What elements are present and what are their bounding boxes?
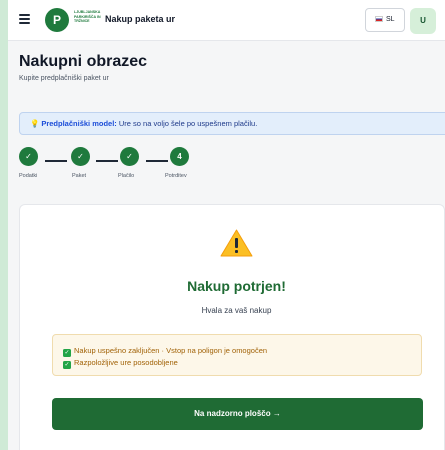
info-label: Predplačniški model: (41, 119, 117, 128)
app-window: P LJUBLJANSKA PARKIRIŠČA IN TRŽNICE Naku… (8, 0, 445, 450)
language-button[interactable]: SL (365, 8, 405, 32)
notice-text: Razpoložljive ure posodobljene (74, 358, 178, 367)
step-connector (96, 160, 118, 162)
step-connector (45, 160, 67, 162)
warning-icon (220, 229, 253, 257)
step-connector (146, 160, 168, 162)
status-notice: ✓ Nakup uspešno zaključen · Vstop na poli… (52, 334, 422, 376)
top-header: P LJUBLJANSKA PARKIRIŠČA IN TRŽNICE Naku… (8, 0, 445, 41)
notice-line: ✓ Razpoložljive ure posodobljene (63, 357, 421, 369)
step-4-circle: 4 (170, 147, 189, 166)
notice-line: ✓ Nakup uspešno zaključen · Vstop na poli… (63, 345, 421, 357)
step-4-label: Potrditev (165, 173, 187, 179)
page-title: Nakupni obrazec (19, 53, 148, 70)
confirmation-card: Nakup potrjen! Hvala za vaš nakup ✓ Nakup… (19, 204, 445, 450)
flag-icon (375, 16, 383, 22)
lightbulb-icon: 💡 (30, 119, 40, 128)
page-subtitle: Kupite predplačniški paket ur (19, 75, 109, 82)
step-1-circle: ✓ (19, 147, 38, 166)
step-2-circle: ✓ (71, 147, 90, 166)
info-text: Ure so na voljo šele po uspešnem plačilu… (116, 119, 258, 128)
check-icon: ✓ (63, 361, 71, 369)
user-avatar[interactable]: U (410, 8, 436, 34)
dashboard-button[interactable]: Na nadzorno ploščo → (52, 398, 423, 430)
logo-text: LJUBLJANSKA PARKIRIŠČA IN TRŽNICE (74, 10, 101, 24)
step-3-label: Plačilo (118, 173, 135, 179)
confirmation-title: Nakup potrjen! (187, 278, 286, 294)
menu-icon[interactable] (19, 14, 30, 24)
confirmation-subtitle: Hvala za vaš nakup (201, 306, 272, 315)
info-banner: 💡 Predplačniški model: Ure so na voljo še… (19, 112, 445, 135)
language-label: SL (386, 16, 395, 23)
step-1-label: Podatki (19, 173, 38, 179)
step-2-label: Paket (72, 173, 87, 179)
step-3-circle: ✓ (120, 147, 139, 166)
check-icon: ✓ (63, 349, 71, 357)
header-title: Nakup paketa ur (105, 14, 176, 24)
logo-icon: P (45, 8, 69, 32)
notice-text: Nakup uspešno zaključen · Vstop na polig… (74, 346, 268, 355)
